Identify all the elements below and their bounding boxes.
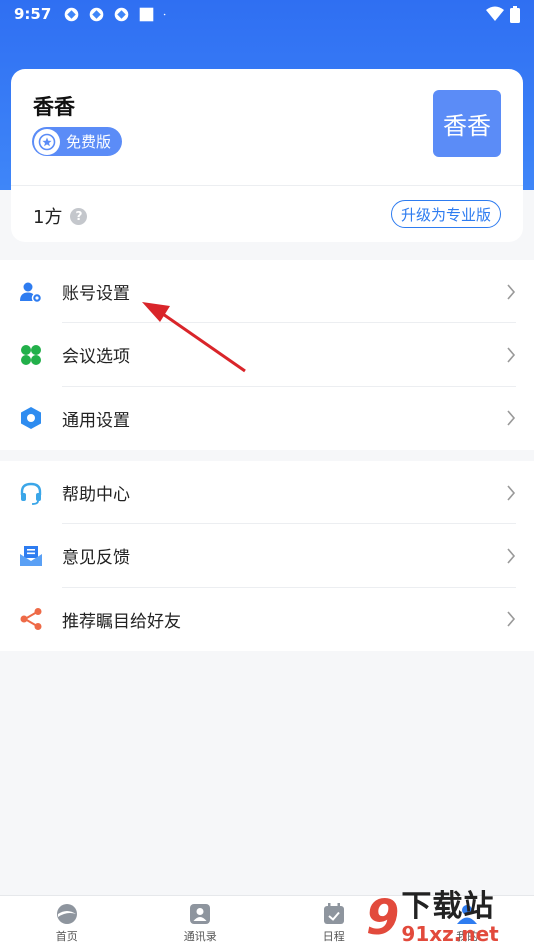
plan-badge-label: 免费版 [66, 133, 112, 151]
watermark-title: 下载站 [401, 889, 495, 924]
calendar-icon [323, 902, 344, 924]
plan-badge[interactable]: 免费版 [32, 127, 122, 156]
menu-item-label: 会议选项 [62, 347, 130, 368]
tab-home[interactable]: 首页 [0, 896, 134, 950]
chevron-right-icon [507, 611, 516, 627]
quota-value: 1方 [33, 207, 63, 228]
hexagon-gear-icon [19, 406, 43, 430]
menu-item-feedback[interactable]: 意见反馈 [0, 524, 534, 588]
tab-label: 通讯录 [183, 929, 217, 943]
chevron-right-icon [507, 347, 516, 363]
profile-card[interactable]: 香香 免费版 香香 1方 ? 升级为专业版 [11, 69, 523, 242]
clover-icon [19, 343, 43, 367]
dot-icon [164, 13, 166, 15]
tab-label: 日程 [322, 929, 345, 943]
menu-item-label: 帮助中心 [62, 485, 130, 506]
menu-item-label: 账号设置 [62, 284, 130, 305]
watermark-number: 9 [366, 890, 400, 946]
chevron-right-icon [507, 485, 516, 501]
site-watermark: 9 下载站 91xz.net [356, 886, 534, 950]
upgrade-button[interactable]: 升级为专业版 [390, 200, 501, 228]
wifi-icon [486, 6, 504, 21]
chevron-right-icon [507, 548, 516, 564]
menu-item-label: 推荐瞩目给好友 [62, 611, 181, 632]
app-notification-icon [65, 7, 79, 21]
share-icon [19, 607, 43, 631]
medal-icon [34, 128, 60, 155]
settings-menu-group: 账号设置 会议选项 通用设置 [0, 260, 534, 450]
home-logo-icon [56, 903, 77, 924]
contacts-icon [190, 903, 211, 924]
menu-item-general-settings[interactable]: 通用设置 [0, 387, 534, 450]
menu-item-help-center[interactable]: 帮助中心 [0, 461, 534, 525]
help-icon[interactable]: ? [70, 207, 88, 225]
chevron-right-icon [507, 284, 516, 300]
status-bar: 9:57 [0, 0, 534, 28]
menu-item-recommend-friends[interactable]: 推荐瞩目给好友 [0, 588, 534, 651]
user-name: 香香 [33, 95, 75, 119]
feedback-icon [19, 544, 43, 568]
support-menu-group: 帮助中心 意见反馈 推荐瞩目给好友 [0, 461, 534, 651]
square-icon [140, 7, 154, 21]
status-time: 9:57 [14, 5, 52, 23]
chevron-right-icon [507, 410, 516, 426]
card-divider [11, 185, 523, 186]
menu-item-label: 通用设置 [62, 410, 130, 431]
account-settings-icon [19, 280, 43, 304]
app-notification-icon [90, 7, 104, 21]
app-notification-icon [115, 7, 129, 21]
battery-icon [510, 5, 520, 23]
menu-item-meeting-options[interactable]: 会议选项 [0, 323, 534, 387]
menu-item-account-settings[interactable]: 账号设置 [0, 260, 534, 324]
meeting-quota: 1方 ? [33, 203, 88, 229]
tab-label: 首页 [55, 929, 78, 943]
menu-item-label: 意见反馈 [62, 548, 130, 569]
avatar[interactable]: 香香 [433, 90, 501, 157]
tab-contacts[interactable]: 通讯录 [134, 896, 268, 950]
headset-icon [19, 481, 43, 505]
watermark-url: 91xz.net [401, 922, 499, 946]
